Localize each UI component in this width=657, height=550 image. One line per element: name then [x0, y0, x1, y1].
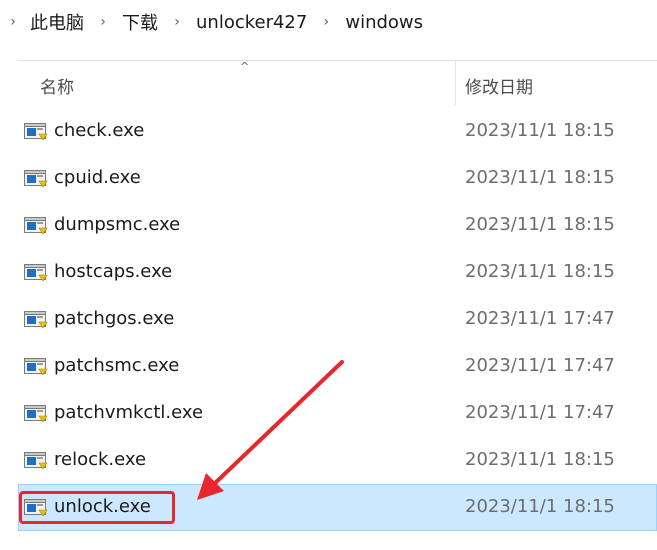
exe-file-icon: [24, 405, 48, 423]
exe-file-icon: [24, 358, 48, 376]
file-row[interactable]: cpuid.exe 2023/11/1 18:15: [18, 155, 657, 202]
column-header: ^ 名称 修改日期: [18, 60, 657, 105]
file-list: check.exe 2023/11/1 18:15 cpuid.exe 2023/11…: [18, 108, 657, 531]
breadcrumb: › 此电脑 › 下载 › unlocker427 › windows: [0, 0, 657, 44]
sort-ascending-icon: ^: [240, 60, 250, 73]
file-date-modified: 2023/11/1 18:15: [465, 261, 615, 282]
file-name: unlock.exe: [54, 496, 151, 517]
exe-file-icon: [24, 311, 48, 329]
file-row[interactable]: patchsmc.exe 2023/11/1 17:47: [18, 343, 657, 390]
file-date-modified: 2023/11/1 17:47: [465, 402, 615, 423]
exe-file-icon: [24, 264, 48, 282]
breadcrumb-chevron-icon[interactable]: ›: [160, 14, 194, 30]
column-header-date-modified[interactable]: 修改日期: [465, 73, 533, 98]
breadcrumb-item-downloads[interactable]: 下载: [120, 9, 160, 35]
breadcrumb-item-this-pc[interactable]: 此电脑: [28, 9, 86, 35]
breadcrumb-chevron-icon[interactable]: ›: [8, 14, 18, 30]
file-name: relock.exe: [54, 449, 147, 470]
file-row[interactable]: hostcaps.exe 2023/11/1 18:15: [18, 249, 657, 296]
exe-file-icon: [24, 217, 48, 235]
file-row[interactable]: patchgos.exe 2023/11/1 17:47: [18, 296, 657, 343]
file-explorer-window: › 此电脑 › 下载 › unlocker427 › windows ^ 名称 …: [0, 0, 657, 550]
column-header-name[interactable]: 名称: [40, 73, 74, 98]
exe-file-icon: [24, 499, 48, 517]
file-date-modified: 2023/11/1 17:47: [465, 308, 615, 329]
file-name: check.exe: [54, 120, 145, 141]
breadcrumb-item-windows[interactable]: windows: [343, 12, 425, 33]
file-row[interactable]: dumpsmc.exe 2023/11/1 18:15: [18, 202, 657, 249]
file-name: hostcaps.exe: [54, 261, 173, 282]
file-row[interactable]: unlock.exe 2023/11/1 18:15: [18, 484, 657, 531]
exe-file-icon: [24, 123, 48, 141]
breadcrumb-chevron-icon[interactable]: ›: [309, 14, 343, 30]
file-name: patchvmkctl.exe: [54, 402, 204, 423]
file-name: dumpsmc.exe: [54, 214, 181, 235]
file-row[interactable]: patchvmkctl.exe 2023/11/1 17:47: [18, 390, 657, 437]
file-date-modified: 2023/11/1 18:15: [465, 449, 615, 470]
file-row[interactable]: check.exe 2023/11/1 18:15: [18, 108, 657, 155]
breadcrumb-chevron-icon[interactable]: ›: [86, 14, 120, 30]
file-date-modified: 2023/11/1 18:15: [465, 214, 615, 235]
exe-file-icon: [24, 170, 48, 188]
exe-file-icon: [24, 452, 48, 470]
file-date-modified: 2023/11/1 18:15: [465, 167, 615, 188]
column-divider[interactable]: [455, 61, 456, 105]
file-row[interactable]: relock.exe 2023/11/1 18:15: [18, 437, 657, 484]
file-name: patchsmc.exe: [54, 355, 180, 376]
breadcrumb-item-unlocker427[interactable]: unlocker427: [194, 12, 309, 33]
file-name: cpuid.exe: [54, 167, 141, 188]
file-name: patchgos.exe: [54, 308, 175, 329]
file-date-modified: 2023/11/1 18:15: [465, 120, 615, 141]
file-date-modified: 2023/11/1 17:47: [465, 355, 615, 376]
file-date-modified: 2023/11/1 18:15: [465, 496, 615, 517]
